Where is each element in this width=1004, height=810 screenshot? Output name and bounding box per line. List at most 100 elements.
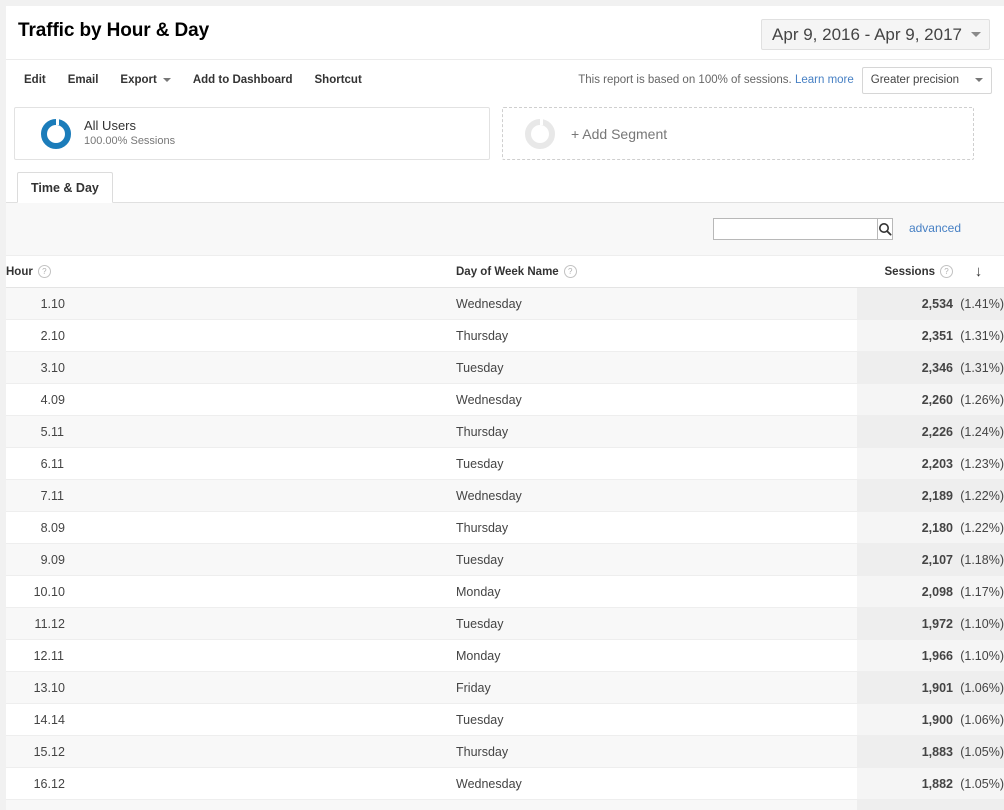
segment-all-users[interactable]: All Users 100.00% Sessions — [14, 107, 490, 160]
table-row[interactable]: 1.10Wednesday2,534(1.41%) — [6, 288, 1004, 320]
row-index: 5. — [6, 416, 51, 448]
table-row[interactable]: 14.14Tuesday1,900(1.06%) — [6, 704, 1004, 736]
row-index: 14. — [6, 704, 51, 736]
segment-area: All Users 100.00% Sessions + Add Segment — [6, 100, 1004, 168]
edit-label: Edit — [24, 74, 46, 86]
segment-name: All Users — [84, 118, 175, 134]
cell-day: Wednesday — [456, 384, 857, 416]
cell-day: Wednesday — [456, 768, 857, 800]
cell-hour: 11 — [51, 640, 456, 672]
row-index: 15. — [6, 736, 51, 768]
table-header: Hour? Day of Week Name? Sessions? ↓ — [6, 256, 1004, 288]
column-header-hour[interactable]: Hour? — [6, 256, 456, 288]
shortcut-button[interactable]: Shortcut — [315, 74, 362, 86]
cell-sessions: 2,203 — [857, 448, 953, 480]
cell-sessions-percent: (1.22%) — [953, 480, 1004, 512]
table-row[interactable]: 2.10Thursday2,351(1.31%) — [6, 320, 1004, 352]
email-label: Email — [68, 74, 99, 86]
chevron-down-icon — [163, 78, 171, 82]
precision-label: Greater precision — [871, 74, 959, 86]
cell-hour: 09 — [51, 512, 456, 544]
table-row[interactable]: 11.12Tuesday1,972(1.10%) — [6, 608, 1004, 640]
cell-sessions-percent: (1.31%) — [953, 352, 1004, 384]
table-row[interactable]: 12.11Monday1,966(1.10%) — [6, 640, 1004, 672]
table-row[interactable]: 9.09Tuesday2,107(1.18%) — [6, 544, 1004, 576]
cell-day: Friday — [456, 672, 857, 704]
edit-button[interactable]: Edit — [24, 74, 46, 86]
table-row[interactable]: 3.10Tuesday2,346(1.31%) — [6, 352, 1004, 384]
help-icon[interactable]: ? — [940, 265, 953, 278]
add-segment-button[interactable]: + Add Segment — [502, 107, 974, 160]
table-row[interactable]: 13.10Friday1,901(1.06%) — [6, 672, 1004, 704]
shortcut-label: Shortcut — [315, 74, 362, 86]
row-index: 3. — [6, 352, 51, 384]
report-header: Traffic by Hour & Day Apr 9, 2016 - Apr … — [6, 6, 1004, 59]
cell-hour: 12 — [51, 768, 456, 800]
cell-sessions-percent: (1.31%) — [953, 320, 1004, 352]
row-index: 1. — [6, 288, 51, 320]
sampling-note: This report is based on 100% of sessions… — [578, 74, 854, 86]
cell-sessions: 1,900 — [857, 704, 953, 736]
cell-sessions: 2,351 — [857, 320, 953, 352]
report-table: Hour? Day of Week Name? Sessions? ↓ 1.10… — [6, 256, 1004, 810]
row-index: 10. — [6, 576, 51, 608]
search-input[interactable] — [713, 218, 877, 240]
cell-hour: 11 — [51, 416, 456, 448]
learn-more-link[interactable]: Learn more — [795, 74, 854, 86]
cell-day: Monday — [456, 576, 857, 608]
table-header-row: Hour? Day of Week Name? Sessions? ↓ — [6, 256, 1004, 288]
segment-text: All Users 100.00% Sessions — [84, 118, 175, 149]
help-icon[interactable]: ? — [38, 265, 51, 278]
tab-time-and-day[interactable]: Time & Day — [17, 172, 113, 203]
cell-day: Thursday — [456, 736, 857, 768]
column-header-sessions[interactable]: Sessions? — [857, 256, 953, 288]
analytics-report-page: Traffic by Hour & Day Apr 9, 2016 - Apr … — [0, 0, 1004, 810]
add-to-dashboard-button[interactable]: Add to Dashboard — [193, 74, 293, 86]
cell-sessions-percent: (1.06%) — [953, 704, 1004, 736]
advanced-search-link[interactable]: advanced — [909, 221, 961, 235]
sort-direction-button[interactable]: ↓ — [953, 256, 1004, 288]
cell-sessions: 2,260 — [857, 384, 953, 416]
row-index: 16. — [6, 768, 51, 800]
cell-sessions-percent: (1.22%) — [953, 512, 1004, 544]
table-row[interactable]: 7.11Wednesday2,189(1.22%) — [6, 480, 1004, 512]
export-button[interactable]: Export — [120, 74, 170, 86]
cell-day: Wednesday — [456, 480, 857, 512]
chevron-down-icon — [975, 78, 983, 82]
help-icon[interactable]: ? — [564, 265, 577, 278]
cell-sessions-percent: (1.18%) — [953, 544, 1004, 576]
table-row[interactable]: 4.09Wednesday2,260(1.26%) — [6, 384, 1004, 416]
cell-hour: 12 — [51, 736, 456, 768]
cell-sessions: 1,827 — [857, 800, 953, 810]
search-icon — [878, 222, 892, 236]
donut-icon — [41, 119, 71, 149]
table-row[interactable]: 6.11Tuesday2,203(1.23%) — [6, 448, 1004, 480]
cell-day: Tuesday — [456, 544, 857, 576]
table-row[interactable]: 5.11Thursday2,226(1.24%) — [6, 416, 1004, 448]
table-row[interactable]: 15.12Thursday1,883(1.05%) — [6, 736, 1004, 768]
cell-sessions-percent: (1.26%) — [953, 384, 1004, 416]
cell-sessions: 2,534 — [857, 288, 953, 320]
precision-select[interactable]: Greater precision — [862, 67, 992, 94]
table-row[interactable]: 8.09Thursday2,180(1.22%) — [6, 512, 1004, 544]
table-row[interactable]: 17.09Monday1,827(1.02%) — [6, 800, 1004, 810]
date-range-label: Apr 9, 2016 - Apr 9, 2017 — [772, 25, 962, 45]
sampling-text: This report is based on 100% of sessions… — [578, 74, 792, 86]
date-range-picker[interactable]: Apr 9, 2016 - Apr 9, 2017 — [761, 19, 990, 50]
tab-strip: Time & Day — [6, 168, 1004, 203]
report-table-region: advanced Hour? Day of Week Name? Session… — [6, 203, 1004, 810]
cell-sessions: 2,180 — [857, 512, 953, 544]
cell-day: Tuesday — [456, 704, 857, 736]
cell-sessions: 1,882 — [857, 768, 953, 800]
email-button[interactable]: Email — [68, 74, 99, 86]
cell-sessions-percent: (1.17%) — [953, 576, 1004, 608]
chevron-down-icon — [971, 32, 981, 37]
donut-empty-icon — [525, 119, 555, 149]
row-index: 7. — [6, 480, 51, 512]
add-to-dashboard-label: Add to Dashboard — [193, 74, 293, 86]
table-row[interactable]: 10.10Monday2,098(1.17%) — [6, 576, 1004, 608]
search-button[interactable] — [877, 218, 893, 240]
table-row[interactable]: 16.12Wednesday1,882(1.05%) — [6, 768, 1004, 800]
cell-hour: 11 — [51, 480, 456, 512]
column-header-day[interactable]: Day of Week Name? — [456, 256, 857, 288]
